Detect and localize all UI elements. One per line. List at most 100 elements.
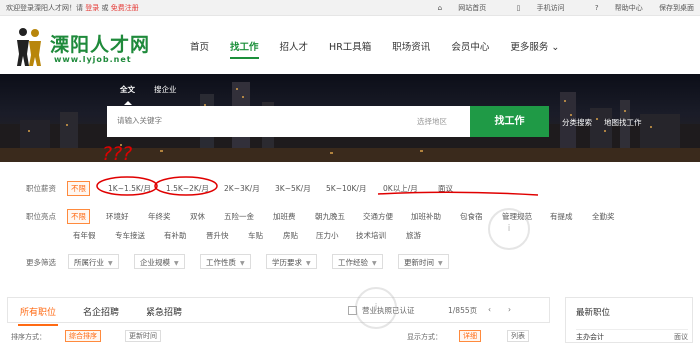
search-tab-company[interactable]: 搜企业 — [154, 84, 177, 95]
top-links: ⌂ 网站首页 ▯ 手机访问 ? 帮助中心 保存到桌面 — [410, 3, 694, 13]
more-filter-label: 更多筛选 — [26, 258, 56, 267]
search-box: 选择地区 — [107, 106, 470, 137]
education-dropdown-label: 学历要求 — [272, 258, 302, 267]
latest-jobs-panel: 最新职位 主办会计 面议 — [565, 297, 693, 343]
highlight-option-any[interactable]: 不限 — [67, 209, 90, 224]
save-desktop-link[interactable]: 保存到桌面 — [659, 4, 694, 12]
education-dropdown[interactable]: 学历要求 ▼ — [266, 254, 317, 269]
highlight-option[interactable]: 专车接送 — [115, 230, 145, 241]
tab-famous-companies[interactable]: 名企招聘 — [83, 305, 119, 318]
highlight-option[interactable]: 环境好 — [106, 211, 129, 222]
welcome-bar: 欢迎登录溧阳人才网！请 登录 或 免费注册 — [6, 3, 139, 13]
nav-career-news[interactable]: 职场资讯 — [392, 39, 430, 53]
nav-find-job[interactable]: 找工作 — [230, 39, 259, 59]
mobile-link-label: 手机访问 — [536, 4, 565, 12]
home-icon: ⌂ — [437, 4, 443, 12]
logo-url: www.lyjob.net — [54, 55, 132, 64]
highlight-option[interactable]: 车贴 — [248, 230, 263, 241]
highlight-option[interactable]: 晋升快 — [206, 230, 229, 241]
highlight-option[interactable]: 五险一金 — [224, 211, 254, 222]
map-search-link[interactable]: 地图找工作 — [604, 117, 642, 128]
highlight-option[interactable]: 朝九晚五 — [315, 211, 345, 222]
area-select[interactable]: 选择地区 — [417, 116, 447, 127]
register-link[interactable]: 免费注册 — [111, 4, 139, 12]
home-link[interactable]: ⌂ 网站首页 — [424, 4, 487, 12]
sort-update-time-button[interactable]: 更新时间 — [125, 330, 161, 342]
highlight-option[interactable]: 年终奖 — [148, 211, 171, 222]
highlight-option[interactable]: 技术培训 — [356, 230, 386, 241]
mobile-link[interactable]: ▯ 手机访问 — [502, 4, 564, 12]
salary-option-5k-10k[interactable]: 5K~10K/月 — [326, 183, 366, 194]
nav-home[interactable]: 首页 — [190, 39, 209, 53]
sort-bar: 排序方式： 综合排序 更新时间 显示方式： 详细 列表 — [7, 330, 550, 343]
watermark-logo: i — [488, 208, 530, 250]
salary-option-any[interactable]: 不限 — [67, 181, 90, 196]
salary-option-3k-5k[interactable]: 3K~5K/月 — [275, 183, 311, 194]
highlight-option[interactable]: 有年假 — [73, 230, 96, 241]
salary-option-2k-3k[interactable]: 2K~3K/月 — [224, 183, 260, 194]
help-link[interactable]: ? 帮助中心 — [581, 4, 643, 12]
help-link-label: 帮助中心 — [614, 4, 643, 12]
nav-hr-tools[interactable]: HR工具箱 — [329, 39, 371, 53]
site-logo[interactable]: 溧阳人才网 www.lyjob.net — [14, 24, 149, 68]
display-detail-button[interactable]: 详细 — [459, 330, 481, 342]
nav-more-services[interactable]: 更多服务 ⌄ — [510, 39, 559, 53]
search-banner: 全文 搜企业 选择地区 找工作 分类搜索 地图找工作 — [0, 74, 700, 162]
highlight-option[interactable]: 旅游 — [406, 230, 421, 241]
list-item[interactable]: 主办会计 面议 — [576, 329, 688, 342]
highlight-option[interactable]: 全勤奖 — [592, 211, 615, 222]
highlight-option[interactable]: 包食宿 — [460, 211, 483, 222]
tab-urgent-jobs[interactable]: 紧急招聘 — [146, 305, 182, 318]
highlight-option[interactable]: 有补助 — [164, 230, 187, 241]
nav-more-services-label: 更多服务 — [510, 42, 549, 53]
salary-option-0k-plus[interactable]: 0K以上/月 — [383, 183, 418, 194]
search-input[interactable] — [117, 116, 367, 125]
logo-figures-icon — [17, 28, 41, 66]
next-page-icon[interactable]: › — [508, 305, 511, 314]
chevron-down-icon: ⌄ — [551, 42, 560, 53]
chevron-down-icon: ▼ — [306, 260, 311, 267]
industry-dropdown-label: 所属行业 — [74, 258, 104, 267]
chevron-down-icon: ▼ — [108, 260, 113, 267]
highlight-option[interactable]: 交通方便 — [363, 211, 393, 222]
highlight-option[interactable]: 加班费 — [273, 211, 296, 222]
chevron-down-icon: ▼ — [240, 260, 245, 267]
job-type-dropdown[interactable]: 工作性质 ▼ — [200, 254, 251, 269]
category-search-link[interactable]: 分类搜索 — [562, 117, 592, 128]
latest-job-pay: 面议 — [674, 333, 688, 341]
find-job-button[interactable]: 找工作 — [470, 106, 549, 137]
salary-filter-label: 职位薪资 — [26, 184, 56, 193]
chevron-down-icon: ▼ — [372, 260, 377, 267]
highlight-option[interactable]: 房贴 — [283, 230, 298, 241]
phone-icon: ▯ — [516, 4, 521, 12]
logo-name: 溧阳人才网 — [50, 34, 151, 56]
nav-recruit[interactable]: 招人才 — [280, 39, 309, 53]
company-size-dropdown[interactable]: 企业规模 ▼ — [134, 254, 185, 269]
page-info: 1/855页 — [448, 306, 478, 315]
top-bar: 欢迎登录溧阳人才网！请 登录 或 免费注册 ⌂ 网站首页 ▯ 手机访问 ? 帮助… — [0, 0, 700, 16]
highlights-filter-label: 职位亮点 — [26, 212, 56, 221]
login-link[interactable]: 登录 — [85, 4, 99, 12]
chevron-down-icon: ▼ — [174, 260, 179, 267]
latest-job-title: 主办会计 — [576, 333, 604, 341]
highlight-option[interactable]: 双休 — [190, 211, 205, 222]
salary-option-1-5k-2k[interactable]: 1.5K~2K/月 — [166, 183, 209, 194]
display-label: 显示方式： — [407, 333, 442, 341]
search-tab-fulltext[interactable]: 全文 — [120, 84, 135, 105]
welcome-text: 欢迎登录溧阳人才网！请 — [6, 4, 83, 12]
industry-dropdown[interactable]: 所属行业 ▼ — [68, 254, 119, 269]
help-icon: ? — [594, 4, 599, 12]
highlight-option[interactable]: 加班补助 — [411, 211, 441, 222]
salary-option-negotiable[interactable]: 面议 — [438, 183, 453, 194]
sort-comprehensive-button[interactable]: 综合排序 — [65, 330, 101, 342]
highlight-option[interactable]: 有提成 — [550, 211, 573, 222]
experience-dropdown[interactable]: 工作经验 ▼ — [332, 254, 383, 269]
prev-page-icon[interactable]: ‹ — [488, 305, 491, 314]
chevron-down-icon: ▼ — [438, 260, 443, 267]
tab-all-jobs[interactable]: 所有职位 — [17, 305, 59, 326]
update-time-dropdown[interactable]: 更新时间 ▼ — [398, 254, 449, 269]
salary-option-1k-1-5k[interactable]: 1K~1.5K/月 — [108, 183, 151, 194]
nav-member-center[interactable]: 会员中心 — [451, 39, 489, 53]
highlight-option[interactable]: 压力小 — [316, 230, 339, 241]
display-list-button[interactable]: 列表 — [507, 330, 529, 342]
